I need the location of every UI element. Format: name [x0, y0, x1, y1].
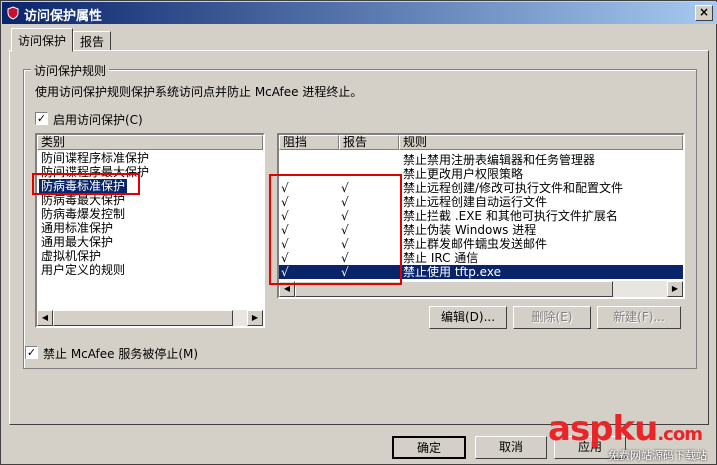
delete-rule-button[interactable]: 删除(E)	[513, 306, 591, 329]
block-cell: √	[281, 237, 289, 251]
table-row[interactable]: √ √ 禁止远程创建自动运行文件	[279, 195, 683, 209]
arrow-right-icon: ▶	[671, 284, 679, 293]
report-cell: √	[341, 237, 349, 251]
close-icon: ×	[698, 5, 710, 19]
checkmark-icon: ✓	[36, 112, 47, 125]
rule-cell: 禁止远程创建自动运行文件	[403, 195, 548, 209]
block-cell	[281, 167, 337, 181]
tab-access-protection[interactable]: 访问保护	[11, 28, 74, 52]
rule-cell: 禁止拦截 .EXE 和其他可执行文件扩展名	[403, 209, 618, 223]
block-cell: √	[281, 265, 289, 279]
category-list[interactable]: 类别 防间谍程序标准保护 防间谍程序最大保护 防病毒标准保护 防病毒最大保护 防病毒爆发…	[35, 133, 265, 328]
scroll-right-button[interactable]: ▶	[667, 281, 683, 297]
prevent-stop-checkbox[interactable]: ✓	[25, 346, 38, 359]
report-cell: √	[341, 209, 349, 223]
enable-access-protection-label[interactable]: 启用访问保护(C)	[53, 111, 143, 128]
table-row[interactable]: √ √ 禁止远程创建/修改可执行文件和配置文件	[279, 181, 683, 195]
rule-cell: 禁止禁用注册表编辑器和任务管理器	[403, 153, 596, 167]
arrow-right-icon: ▶	[251, 313, 259, 322]
watermark-brand: aspku	[548, 409, 658, 449]
report-cell: √	[341, 195, 349, 209]
category-item[interactable]: 用户定义的规则	[39, 263, 127, 277]
block-cell: √	[281, 251, 289, 265]
scroll-right-button[interactable]: ▶	[247, 310, 263, 326]
table-row[interactable]: 禁止更改用户权限策略	[279, 167, 683, 181]
block-cell: √	[281, 209, 289, 223]
block-cell	[281, 153, 337, 167]
watermark-domain: .com	[657, 424, 703, 445]
scroll-left-button[interactable]: ◀	[279, 281, 295, 297]
close-button[interactable]: ×	[695, 5, 713, 21]
edit-rule-button[interactable]: 编辑(D)...	[429, 306, 507, 329]
dialog-window: 访问保护属性 × 访问保护 报告 访问保护规则 使用访问保护规则保护系统访问点并…	[0, 0, 717, 465]
scroll-thumb[interactable]	[53, 310, 233, 326]
new-rule-button[interactable]: 新建(F)...	[597, 306, 681, 329]
category-item[interactable]: 通用最大保护	[39, 235, 115, 249]
group-description: 使用访问保护规则保护系统访问点并防止 McAfee 进程终止。	[35, 85, 363, 99]
rule-cell: 禁止远程创建/修改可执行文件和配置文件	[403, 181, 624, 195]
category-item[interactable]: 防病毒最大保护	[39, 193, 127, 207]
rule-cell: 禁止伪装 Windows 进程	[403, 223, 537, 237]
rule-cell: 禁止更改用户权限策略	[403, 167, 524, 181]
group-title: 访问保护规则	[31, 62, 110, 79]
category-item[interactable]: 虚拟机保护	[39, 249, 103, 263]
ok-button[interactable]: 确定	[392, 436, 466, 459]
arrow-left-icon: ◀	[41, 313, 49, 322]
watermark-subtitle: 免费网站源码下载站	[608, 449, 707, 462]
report-cell: √	[341, 223, 349, 237]
rules-table[interactable]: 阻挡 报告 规则 禁止禁用注册表编辑器和任务管理器 禁止更改用户权限策略 √ √ 禁止远…	[277, 133, 685, 299]
table-row[interactable]: √ √ 禁止伪装 Windows 进程	[279, 223, 683, 237]
window-title: 访问保护属性	[24, 9, 103, 24]
category-item[interactable]: 防间谍程序最大保护	[39, 165, 151, 179]
column-header-rule[interactable]: 规则	[399, 135, 683, 150]
rule-cell: 禁止群发邮件蠕虫发送邮件	[403, 237, 548, 251]
block-cell: √	[281, 223, 289, 237]
prevent-stop-label[interactable]: 禁止 McAfee 服务被停止(M)	[43, 345, 198, 362]
report-cell: √	[341, 181, 349, 195]
site-watermark: aspku.com 免费网站源码下载站	[548, 409, 716, 465]
enable-access-protection-checkbox[interactable]: ✓	[35, 112, 48, 125]
report-cell: √	[341, 251, 349, 265]
category-item[interactable]: 通用标准保护	[39, 221, 115, 235]
table-row[interactable]: √ √ 禁止群发邮件蠕虫发送邮件	[279, 237, 683, 251]
arrow-left-icon: ◀	[283, 284, 291, 293]
mcafee-shield-icon	[7, 6, 19, 20]
rule-cell: 禁止使用 tftp.exe	[403, 265, 683, 279]
table-row[interactable]: 禁止禁用注册表编辑器和任务管理器	[279, 153, 683, 167]
table-row[interactable]: √ √ 禁止使用 tftp.exe	[279, 265, 683, 279]
category-hscrollbar[interactable]: ◀ ▶	[37, 310, 263, 326]
report-cell	[341, 167, 397, 181]
rules-hscrollbar[interactable]: ◀ ▶	[279, 281, 683, 297]
column-header-block[interactable]: 阻挡	[279, 135, 339, 150]
scroll-left-button[interactable]: ◀	[37, 310, 53, 326]
table-row[interactable]: √ √ 禁止拦截 .EXE 和其他可执行文件扩展名	[279, 209, 683, 223]
category-item[interactable]: 防病毒标准保护	[39, 179, 128, 193]
title-bar[interactable]: 访问保护属性 ×	[2, 2, 717, 24]
table-row[interactable]: √ √ 禁止 IRC 通信	[279, 251, 683, 265]
column-header-report[interactable]: 报告	[339, 135, 399, 150]
cancel-button[interactable]: 取消	[475, 436, 547, 459]
report-cell	[341, 153, 397, 167]
block-cell: √	[281, 181, 289, 195]
category-item[interactable]: 防间谍程序标准保护	[39, 151, 151, 165]
block-cell: √	[281, 195, 289, 209]
checkmark-icon: ✓	[26, 346, 37, 359]
tab-report[interactable]: 报告	[73, 31, 112, 51]
report-cell: √	[341, 265, 349, 279]
category-item[interactable]: 防病毒爆发控制	[39, 207, 127, 221]
rule-cell: 禁止 IRC 通信	[403, 251, 479, 265]
category-column-header[interactable]: 类别	[37, 135, 263, 150]
scroll-thumb[interactable]	[295, 281, 613, 297]
